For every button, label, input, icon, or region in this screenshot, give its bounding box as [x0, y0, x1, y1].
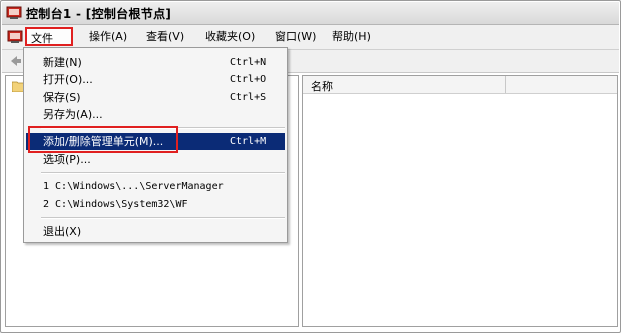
menu-item-recent-2[interactable]: 2 C:\Windows\System32\WF: [24, 196, 287, 213]
menu-item-label: 选项(P)...: [43, 153, 91, 166]
menu-item-label: 打开(O)...: [43, 73, 93, 86]
menu-favorites[interactable]: 收藏夹(O): [201, 29, 259, 45]
console-icon[interactable]: [7, 29, 23, 44]
column-separator[interactable]: [505, 76, 506, 93]
menu-item-label: 1 C:\Windows\...\ServerManager: [43, 181, 224, 192]
menu-item-label: 保存(S): [43, 91, 81, 104]
mmc-window: 控制台1 - [控制台根节点] 文件(F) 操作(A) 查看(V) 收藏夹(O)…: [0, 0, 621, 333]
menu-item-new[interactable]: 新建(N) Ctrl+N: [24, 54, 287, 71]
menu-item-open[interactable]: 打开(O)... Ctrl+O: [24, 71, 287, 88]
results-pane[interactable]: 名称: [302, 75, 618, 327]
menu-item-label: 退出(X): [43, 225, 82, 238]
menu-item-recent-1[interactable]: 1 C:\Windows\...\ServerManager: [24, 178, 287, 195]
menu-help[interactable]: 帮助(H): [328, 29, 375, 45]
menu-item-shortcut: Ctrl+M: [230, 136, 267, 147]
menu-item-label: 2 C:\Windows\System32\WF: [43, 199, 188, 210]
menu-item-shortcut: Ctrl+S: [230, 92, 267, 103]
menu-item-label: 另存为(A)...: [43, 108, 103, 121]
menu-view[interactable]: 查看(V): [142, 29, 188, 45]
menu-separator: [41, 172, 285, 174]
menu-item-save[interactable]: 保存(S) Ctrl+S: [24, 89, 287, 106]
menu-item-save-as[interactable]: 另存为(A)...: [24, 106, 287, 123]
list-header: 名称: [303, 76, 617, 94]
menu-item-shortcut: Ctrl+O: [230, 74, 267, 85]
back-arrow-icon[interactable]: [7, 53, 23, 69]
console-icon: [6, 6, 22, 19]
menu-item-exit[interactable]: 退出(X): [24, 223, 287, 240]
menu-action[interactable]: 操作(A): [85, 29, 131, 45]
column-header-name[interactable]: 名称: [311, 78, 333, 94]
menu-item-options[interactable]: 选项(P)...: [24, 151, 287, 168]
window-title: 控制台1 - [控制台根节点]: [26, 7, 172, 21]
menu-window[interactable]: 窗口(W): [271, 29, 320, 45]
annotation-highlight-box: [28, 126, 178, 153]
menu-separator: [41, 217, 285, 219]
menu-file[interactable]: 文件(F): [25, 27, 73, 64]
menu-item-shortcut: Ctrl+N: [230, 57, 267, 68]
menu-item-label: 新建(N): [43, 56, 82, 69]
title-bar: 控制台1 - [控制台根节点]: [2, 2, 619, 25]
